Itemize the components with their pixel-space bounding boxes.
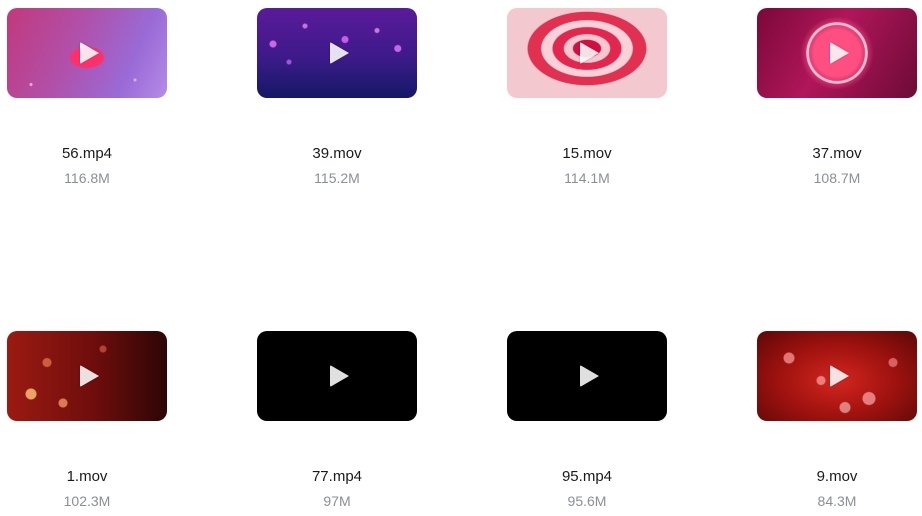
video-card[interactable]: 1.mov 102.3M xyxy=(7,331,167,510)
video-file-grid: 56.mp4 116.8M 39.mov 115.2M 15.mov 114.1… xyxy=(0,0,922,516)
file-size: 95.6M xyxy=(567,493,607,509)
video-card[interactable]: 77.mp4 97M xyxy=(257,331,417,510)
play-icon[interactable] xyxy=(330,365,349,387)
file-name: 15.mov xyxy=(562,145,612,162)
file-name: 95.mp4 xyxy=(561,468,613,485)
file-size: 84.3M xyxy=(817,493,857,509)
file-name: 37.mov xyxy=(812,145,862,162)
file-size: 102.3M xyxy=(63,493,111,509)
play-icon[interactable] xyxy=(330,42,349,64)
video-card[interactable]: 15.mov 114.1M xyxy=(507,8,667,187)
play-icon[interactable] xyxy=(830,42,849,64)
video-thumbnail[interactable] xyxy=(7,8,167,98)
file-size: 114.1M xyxy=(564,170,610,186)
file-name: 39.mov xyxy=(312,145,362,162)
video-card[interactable]: 37.mov 108.7M xyxy=(757,8,917,187)
video-card[interactable]: 56.mp4 116.8M xyxy=(7,8,167,187)
video-thumbnail[interactable] xyxy=(757,331,917,421)
file-size: 115.2M xyxy=(314,170,360,186)
video-card[interactable]: 39.mov 115.2M xyxy=(257,8,417,187)
file-name: 9.mov xyxy=(816,468,858,485)
video-thumbnail[interactable] xyxy=(507,8,667,98)
file-name: 56.mp4 xyxy=(61,145,113,162)
play-icon[interactable] xyxy=(80,42,99,64)
video-thumbnail[interactable] xyxy=(257,8,417,98)
file-size: 116.8M xyxy=(64,170,110,186)
play-icon[interactable] xyxy=(580,42,599,64)
video-thumbnail[interactable] xyxy=(7,331,167,421)
play-icon[interactable] xyxy=(80,365,99,387)
file-size: 97M xyxy=(323,493,351,509)
video-thumbnail[interactable] xyxy=(507,331,667,421)
video-card[interactable]: 95.mp4 95.6M xyxy=(507,331,667,510)
video-card[interactable]: 9.mov 84.3M xyxy=(757,331,917,510)
play-icon[interactable] xyxy=(830,365,849,387)
play-icon[interactable] xyxy=(580,365,599,387)
file-name: 77.mp4 xyxy=(311,468,363,485)
video-thumbnail[interactable] xyxy=(257,331,417,421)
video-thumbnail[interactable] xyxy=(757,8,917,98)
file-name: 1.mov xyxy=(66,468,108,485)
file-size: 108.7M xyxy=(813,170,861,186)
